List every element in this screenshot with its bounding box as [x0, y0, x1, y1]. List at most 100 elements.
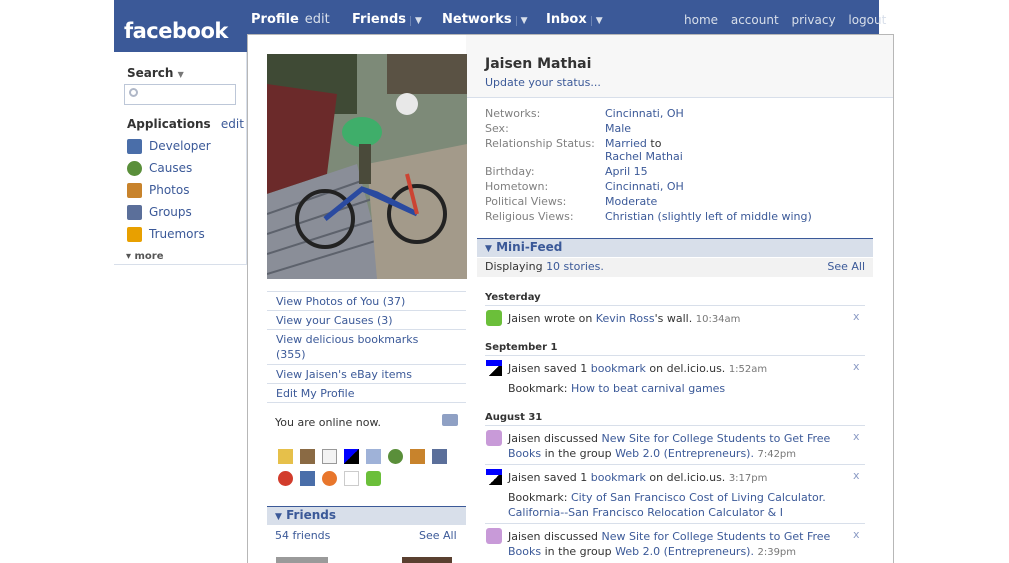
nav-profile-label[interactable]: Profile — [251, 12, 299, 27]
sidebar-item-developer[interactable]: Developer — [127, 138, 211, 154]
online-status-text: You are online now. — [275, 416, 381, 429]
collapse-triangle-icon[interactable]: ▼ — [275, 512, 282, 522]
nav-profile-edit[interactable]: edit — [305, 12, 330, 27]
search-label[interactable]: Search — [127, 66, 173, 80]
feed-bookmark-link[interactable]: bookmark — [591, 362, 646, 375]
discussion-icon — [486, 528, 502, 544]
groups-icon[interactable] — [432, 449, 447, 464]
minifeed-see-all-link[interactable]: See All — [827, 258, 865, 276]
sidebar-item-label[interactable]: Groups — [149, 205, 192, 219]
wall-post-icon — [486, 310, 502, 326]
divider — [267, 383, 466, 384]
info-networks: Networks: Cincinnati, OH — [485, 107, 684, 120]
truemors-icon — [127, 226, 142, 242]
search-input[interactable] — [124, 84, 236, 105]
video-icon[interactable] — [300, 471, 315, 486]
friends-count-link[interactable]: 54 friends — [275, 529, 330, 542]
sidebar-item-label[interactable]: Developer — [149, 139, 211, 153]
friends-box-title[interactable]: Friends — [286, 508, 336, 522]
briefcase-icon[interactable] — [300, 449, 315, 464]
divider — [267, 402, 466, 403]
more-apps-link[interactable]: ▾ more — [126, 251, 164, 262]
view-photos-link[interactable]: View Photos of You (37) — [276, 295, 405, 308]
info-relationship: Relationship Status: Married to — [485, 137, 662, 150]
applications-edit-link[interactable]: edit — [221, 117, 244, 131]
causes-icon[interactable] — [388, 449, 403, 464]
close-icon[interactable]: x — [853, 430, 860, 443]
sidebar-item-label[interactable]: Photos — [149, 183, 189, 197]
collapse-triangle-icon[interactable]: ▼ — [485, 244, 492, 254]
group-link[interactable]: Web 2.0 (Entrepreneurs). — [615, 545, 754, 558]
feed-story: Jaisen wrote on Kevin Ross's wall. 10:34… — [508, 312, 741, 325]
discussion-icon — [486, 430, 502, 446]
nav-profile[interactable]: Profile edit — [251, 12, 330, 27]
chat-icon[interactable] — [442, 414, 458, 426]
search-heading[interactable]: Search ▼ — [127, 66, 184, 80]
bookmark-title-link[interactable]: How to beat carnival games — [571, 382, 725, 395]
nav-networks-label[interactable]: Networks — [442, 12, 512, 27]
message-icon[interactable] — [366, 471, 381, 486]
divider — [485, 523, 865, 524]
nav-inbox[interactable]: Inbox ▼ — [546, 12, 603, 27]
feed-time: 3:17pm — [728, 473, 768, 484]
nav-privacy[interactable]: privacy — [792, 13, 836, 27]
facebook-logo[interactable]: facebook — [124, 19, 228, 43]
minifeed-count-link[interactable]: 10 stories. — [546, 260, 604, 273]
nav-account[interactable]: account — [731, 13, 779, 27]
date-heading: August 31 — [485, 412, 543, 423]
minifeed-title[interactable]: Mini-Feed — [496, 240, 562, 254]
sidebar-item-groups[interactable]: Groups — [127, 204, 192, 220]
view-bookmarks-link[interactable]: View delicious bookmarks — [276, 333, 418, 346]
minifeed-header[interactable]: ▼ Mini-Feed — [477, 238, 873, 257]
view-ebay-link[interactable]: View Jaisen's eBay items — [276, 368, 412, 381]
share-icon[interactable] — [366, 449, 381, 464]
feed-bookmark: Bookmark: How to beat carnival games — [508, 382, 726, 395]
firefox-icon[interactable] — [322, 471, 337, 486]
pencil-icon[interactable] — [278, 449, 293, 464]
close-icon[interactable]: x — [853, 469, 860, 482]
chevron-down-icon[interactable]: ▼ — [410, 16, 422, 26]
friends-see-all-link[interactable]: See All — [419, 529, 457, 542]
notes-icon[interactable] — [322, 449, 337, 464]
sidebar-item-truemors[interactable]: Truemors — [127, 226, 205, 242]
nav-right-links: home account privacy logout — [684, 13, 895, 27]
feed-bookmark-link[interactable]: bookmark — [591, 471, 646, 484]
profile-photo[interactable] — [267, 54, 467, 279]
refresh-icon[interactable] — [278, 471, 293, 486]
sidebar-item-causes[interactable]: Causes — [127, 160, 192, 176]
close-icon[interactable]: x — [853, 310, 860, 323]
friend-thumbnail[interactable] — [276, 557, 328, 563]
sidebar-item-label[interactable]: Truemors — [149, 227, 205, 241]
nav-networks[interactable]: Networks ▼ — [442, 12, 528, 27]
causes-icon — [127, 160, 142, 176]
divider — [485, 425, 865, 426]
close-icon[interactable]: x — [853, 360, 860, 373]
divider — [267, 364, 466, 365]
info-spouse[interactable]: Rachel Mathai — [605, 150, 683, 163]
nav-friends[interactable]: Friends ▼ — [352, 12, 422, 27]
group-link[interactable]: Web 2.0 (Entrepreneurs). — [615, 447, 754, 460]
chevron-down-icon[interactable]: ▼ — [590, 16, 603, 26]
update-status-link[interactable]: Update your status... — [485, 76, 601, 89]
sidebar-item-label[interactable]: Causes — [149, 161, 192, 175]
nav-friends-label[interactable]: Friends — [352, 12, 406, 27]
chevron-down-icon[interactable]: ▼ — [515, 16, 528, 26]
sidebar-item-photos[interactable]: Photos — [127, 182, 189, 198]
close-icon[interactable]: x — [853, 528, 860, 541]
delicious-icon[interactable] — [344, 449, 359, 464]
friend-thumbnail[interactable] — [402, 557, 452, 563]
edit-profile-link[interactable]: Edit My Profile — [276, 387, 355, 400]
chevron-down-icon[interactable]: ▼ — [178, 70, 184, 79]
date-heading: Yesterday — [485, 292, 541, 303]
nav-logout[interactable]: logout — [848, 13, 886, 27]
view-bookmarks-count[interactable]: (355) — [276, 348, 306, 361]
nav-home[interactable]: home — [684, 13, 718, 27]
nav-inbox-label[interactable]: Inbox — [546, 12, 587, 27]
friends-box-header[interactable]: ▼ Friends — [267, 506, 466, 525]
feed-person-link[interactable]: Kevin Ross — [596, 312, 655, 325]
ebay-icon[interactable] — [344, 471, 359, 486]
delicious-icon — [486, 360, 502, 376]
photos-icon[interactable] — [410, 449, 425, 464]
view-causes-link[interactable]: View your Causes (3) — [276, 314, 393, 327]
feed-time: 2:39pm — [757, 547, 797, 558]
